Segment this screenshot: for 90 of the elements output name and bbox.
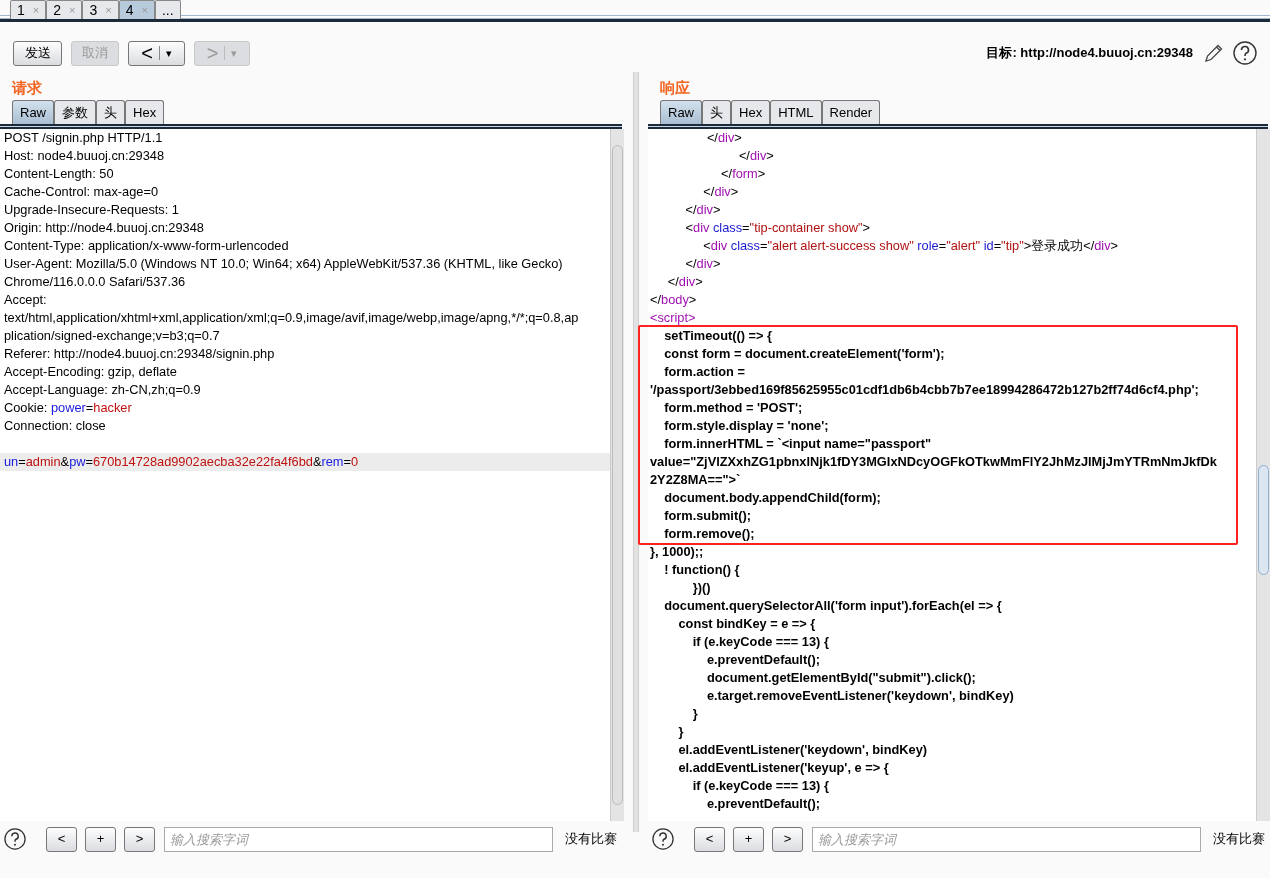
code-line: e.preventDefault(); — [705, 651, 821, 669]
code-line: Origin: http://node4.buuoj.cn:29348 — [4, 219, 205, 237]
code-line: } — [691, 705, 699, 723]
code-line: Accept-Encoding: gzip, deflate — [4, 363, 178, 381]
back-button[interactable]: < ▾ — [128, 40, 185, 66]
code-line: document.querySelectorAll('form input').forEach(el => { — [663, 597, 1003, 615]
code-line: form.submit(); — [663, 507, 752, 525]
pane-title: 响应 — [660, 79, 690, 96]
code-line: Cache-Control: max-age=0 — [4, 183, 159, 201]
match-count: 没有比赛 — [565, 830, 617, 849]
code-line: })() — [691, 579, 712, 597]
code-line: }, 1000);; — [650, 543, 705, 561]
code-line: <script> — [650, 309, 697, 327]
target-label: 目标: http://node4.buuoj.cn:29348 — [986, 44, 1193, 63]
code-line: </body> — [650, 291, 698, 309]
code-line: </div> — [684, 255, 722, 273]
code-line: form.style.display = 'none'; — [663, 417, 830, 435]
tab[interactable]: Hex — [731, 100, 771, 124]
code-line: form.innerHTML = `<input name="passport" — [663, 435, 933, 453]
code-line: Accept: — [4, 291, 48, 309]
tab[interactable]: HTML — [770, 100, 822, 124]
scrollbar[interactable] — [610, 129, 624, 821]
code-line: form.action = — [663, 363, 746, 381]
tab[interactable]: Render — [821, 100, 881, 124]
code-line: 2Y2Z8MA==">` — [650, 471, 742, 489]
code-line: Upgrade-Insecure-Requests: 1 — [4, 201, 180, 219]
tab[interactable]: 头 — [96, 100, 125, 124]
code-line: if (e.keyCode === 13) { — [691, 633, 830, 651]
tab[interactable]: Raw — [660, 100, 702, 124]
code-line: if (e.keyCode === 13) { — [691, 777, 830, 795]
code-line: POST /signin.php HTTP/1.1 — [4, 129, 164, 147]
code-line: </div> — [684, 201, 722, 219]
code-line: form.method = 'POST'; — [663, 399, 804, 417]
search-field[interactable]: 输入搜索字词 — [164, 826, 553, 852]
code-line: const form = document.createElement('form'); — [663, 345, 946, 363]
search-field[interactable]: 输入搜索字词 — [812, 826, 1201, 852]
tab[interactable]: 头 — [702, 100, 731, 124]
code-line: Accept-Language: zh-CN,zh;q=0.9 — [4, 381, 202, 399]
scrollbar[interactable] — [1256, 129, 1270, 821]
search-nav-button[interactable]: < — [46, 826, 77, 852]
search-nav-button[interactable]: > — [124, 826, 155, 852]
code-line: </div> — [737, 147, 775, 165]
code-line: Connection: close — [4, 417, 107, 435]
help-icon[interactable] — [4, 828, 26, 850]
pencil-icon[interactable] — [1204, 43, 1224, 63]
code-line: '/passport/3ebbed169f85625955c01cdf1db6b4cbb7b7ee18994286472b127b2ff74d6cf4.php'; — [650, 381, 1200, 399]
tab[interactable]: Hex — [125, 100, 165, 124]
search-nav-button[interactable]: > — [772, 826, 803, 852]
code-line: Content-Length: 50 — [4, 165, 115, 183]
code-line: <div class="tip-container show"> — [684, 219, 871, 237]
help-icon[interactable] — [1233, 41, 1257, 65]
code-line: </div> — [702, 183, 740, 201]
code-line: e.target.removeEventListener('keydown', bindKey) — [705, 687, 1015, 705]
code-line: Cookie: power=hacker — [4, 399, 133, 417]
code-line: Referer: http://node4.buuoj.cn:29348/signin.php — [4, 345, 276, 363]
code-line: document.getElementById("submit").click(); — [705, 669, 977, 687]
code-line: Chrome/116.0.0.0 Safari/537.36 — [4, 273, 187, 291]
tab[interactable]: 1 × — [10, 0, 47, 19]
code-line: e.preventDefault(); — [705, 795, 821, 813]
code-line: plication/signed-exchange;v=b3;q=0.7 — [4, 327, 221, 345]
code-line: Host: node4.buuoj.cn:29348 — [4, 147, 166, 165]
help-icon[interactable] — [652, 828, 674, 850]
tab[interactable]: 2 × — [46, 0, 83, 19]
code-line: <div class="alert alert-success show" role="alert" id="tip">登录成功</div> — [702, 237, 1120, 255]
code-line: document.body.appendChild(form); — [663, 489, 882, 507]
tab[interactable]: 4 × — [118, 0, 155, 19]
code-line: </div> — [705, 129, 743, 147]
search-nav-button[interactable]: + — [733, 826, 764, 852]
code-line: const bindKey = e => { — [677, 615, 817, 633]
code-line: text/html,application/xhtml+xml,application/xml;q=0.9,image/avif,image/webp,image/apng,*/*;q=0.8,ap — [4, 309, 580, 327]
code-line: form.remove(); — [663, 525, 756, 543]
match-count: 没有比赛 — [1213, 830, 1265, 849]
code-line: ! function() { — [663, 561, 741, 579]
toolbar-button[interactable]: 发送 — [13, 40, 62, 66]
code-line: el.addEventListener('keydown', bindKey) — [677, 741, 928, 759]
tab[interactable]: ... — [154, 0, 181, 19]
tab[interactable]: Raw — [12, 100, 54, 124]
code-line: Content-Type: application/x-www-form-urlencoded — [4, 237, 290, 255]
pane-title: 请求 — [12, 79, 42, 96]
search-nav-button[interactable]: + — [85, 826, 116, 852]
code-line: </form> — [720, 165, 767, 183]
tab[interactable]: 参数 — [54, 100, 96, 124]
code-line: value="ZjVlZXxhZG1pbnxlNjk1fDY3MGIxNDcyOGFkOTkwMmFlY2JhMzJlMjJmYTRmNmJkfDk — [650, 453, 1218, 471]
code-line: User-Agent: Mozilla/5.0 (Windows NT 10.0; Win64; x64) AppleWebKit/537.36 (KHTML, like Gecko) — [4, 255, 564, 273]
code-line: </div> — [666, 273, 704, 291]
tab[interactable]: 3 × — [82, 0, 119, 19]
code-line: } — [677, 723, 685, 741]
code-line: setTimeout(() => { — [663, 327, 774, 345]
code-line: el.addEventListener('keyup', e => { — [677, 759, 890, 777]
search-nav-button[interactable]: < — [694, 826, 725, 852]
